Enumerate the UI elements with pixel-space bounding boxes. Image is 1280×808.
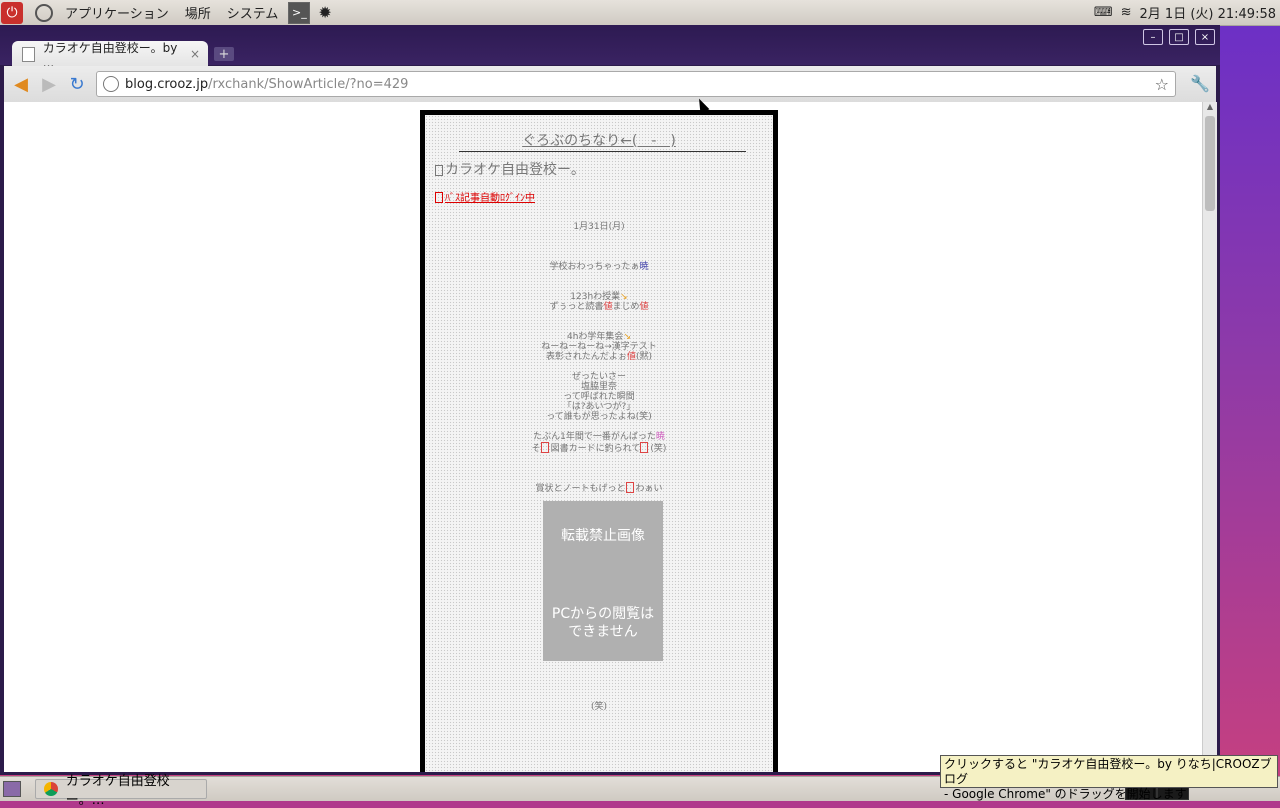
article-date: 1月31日(月) (573, 222, 625, 232)
article-line: たぶん1年間で一番がんばった暁 (533, 432, 665, 442)
forward-arrow-icon[interactable]: ▶ (38, 73, 60, 95)
maximize-button[interactable]: □ (1169, 29, 1189, 45)
window-titlebar[interactable]: – □ × カラオケ自由登校ー。by ... × + (0, 25, 1220, 70)
ubuntu-logo-icon[interactable] (35, 3, 53, 22)
article-line: (笑) (590, 702, 608, 712)
wrench-menu-icon[interactable]: 🔧 (1190, 74, 1210, 93)
keyboard-icon[interactable]: ⌨ (1094, 5, 1113, 20)
title-divider (459, 151, 746, 152)
settings-launcher-icon[interactable]: ✹ (318, 3, 331, 22)
blog-title[interactable]: ぐろぶのちなり←( - ) (425, 130, 773, 150)
article-line: 学校おわっちゃったぁ暁 (549, 262, 649, 272)
minimize-button[interactable]: – (1143, 29, 1163, 45)
taskbar-window-title: カラオケ自由登校ー。… (65, 774, 170, 808)
new-tab-button[interactable]: + (214, 47, 234, 62)
scroll-up-arrow-icon[interactable]: ▲ (1203, 102, 1217, 114)
url-host: blog.crooz.jp (125, 76, 209, 92)
article-line: 「は?あいつが?」 (562, 402, 636, 412)
article-line: 賞状とノートもげっと わぁい (535, 482, 663, 494)
clock[interactable]: 2月 1日 (火) 21:49:58 (1140, 3, 1276, 22)
menu-applications[interactable]: アプリケーション (61, 1, 173, 24)
article-line: ずぅっと読書値まじめ値 (549, 302, 649, 312)
article-line: 表彰されたんだよぉ値(黙) (545, 352, 653, 362)
auto-login-link[interactable]: ﾊﾞｽ記事自動ﾛｸﾞｲﾝ中 (435, 189, 535, 204)
article-line: 4hわ学年集会↘ (567, 332, 631, 342)
blog-article-frame: ぐろぶのちなり←( - ) カラオケ自由登校ー。 ﾊﾞｽ記事自動ﾛｸﾞｲﾝ中 1… (420, 110, 778, 772)
browser-tab[interactable]: カラオケ自由登校ー。by ... × (12, 40, 208, 70)
menu-places[interactable]: 場所 (181, 1, 215, 24)
missing-glyph-icon (435, 165, 443, 176)
reload-icon[interactable]: ↻ (66, 73, 88, 95)
article-line: 塩脇里奈 (580, 382, 617, 392)
show-desktop-icon[interactable] (3, 781, 21, 797)
taskbar-window-button[interactable]: カラオケ自由登校ー。… (35, 774, 207, 808)
page-icon (22, 46, 35, 62)
drag-tooltip: クリックすると "カラオケ自由登校ー。by りなち|CROOZブログ - Goo… (940, 755, 1278, 801)
article-line: そ図書カードに釣られて (笑) (531, 442, 667, 454)
tab-title: カラオケ自由登校ー。by ... (42, 40, 178, 70)
close-window-button[interactable]: × (1195, 29, 1215, 45)
back-arrow-icon[interactable]: ◀ (10, 73, 32, 95)
missing-glyph-icon (435, 192, 443, 203)
page-content: ぐろぶのちなり←( - ) カラオケ自由登校ー。 ﾊﾞｽ記事自動ﾛｸﾞｲﾝ中 1… (4, 102, 1202, 772)
article-title: カラオケ自由登校ー。 (435, 159, 585, 179)
globe-icon (103, 76, 119, 92)
chrome-icon (44, 782, 58, 796)
article-line: ねーねーねーね→漢字テスト (541, 342, 657, 352)
top-panel: ⏻ アプリケーション 場所 システム >_ ✹ ⌨ ≋ 2月 1日 (火) 21… (0, 0, 1280, 26)
article-line: って呼ばれた瞬間 (563, 392, 635, 402)
url-path: /rxchank/ShowArticle/?no=429 (208, 76, 409, 92)
browser-window: – □ × カラオケ自由登校ー。by ... × + ◀ ▶ ↻ blog.cr… (0, 25, 1220, 775)
menu-system[interactable]: システム (223, 1, 283, 24)
power-icon[interactable]: ⏻ (1, 1, 23, 24)
article-line: 123hわ授業↘ (570, 292, 628, 302)
terminal-launcher-icon[interactable]: >_ (288, 1, 311, 24)
vertical-scrollbar[interactable]: ▲ (1202, 102, 1217, 772)
bookmark-star-icon[interactable]: ☆ (1155, 75, 1169, 94)
system-tray: ⌨ ≋ 2月 1日 (火) 21:49:58 (1094, 0, 1276, 25)
placeholder-label: 転載禁止画像 (561, 528, 645, 544)
missing-glyph-icon (640, 442, 649, 453)
missing-glyph-icon (625, 482, 634, 493)
address-bar[interactable]: blog.crooz.jp /rxchank/ShowArticle/?no=4… (96, 71, 1176, 97)
article-line: ぜったいさー (571, 372, 626, 382)
missing-glyph-icon (540, 442, 549, 453)
image-placeholder: 転載禁止画像 PCからの閲覧は できません (543, 501, 663, 661)
browser-toolbar: ◀ ▶ ↻ blog.crooz.jp /rxchank/ShowArticle… (4, 66, 1216, 102)
tab-close-icon[interactable]: × (190, 47, 200, 61)
network-icon[interactable]: ≋ (1121, 5, 1132, 20)
article-line: って誰もが思ったよね(笑) (546, 412, 652, 422)
placeholder-message: PCからの閲覧は できません (551, 606, 655, 640)
scroll-thumb[interactable] (1205, 116, 1215, 211)
